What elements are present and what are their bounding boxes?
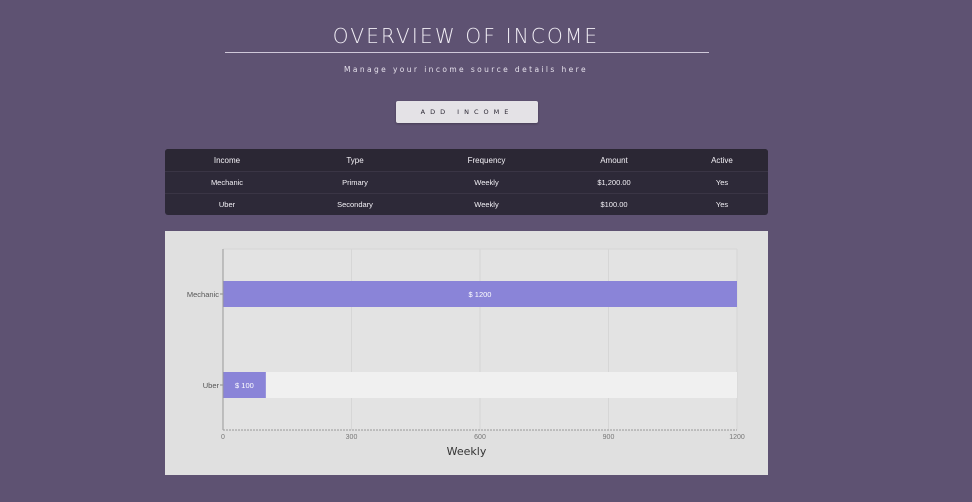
cell-frequency: Weekly xyxy=(474,178,499,187)
table-row[interactable]: Uber Secondary Weekly $100.00 Yes xyxy=(165,193,768,215)
column-header-amount[interactable]: Amount xyxy=(552,156,676,165)
page-title: OVERVIEW OF INCOME xyxy=(332,24,600,48)
cell-income: Mechanic xyxy=(210,178,244,187)
x-tick-label: 300 xyxy=(346,434,358,441)
chart-canvas: $ 1200 Mechanic $ 100 Uber 0 300 600 900 1200 xyxy=(187,248,745,441)
cell-active: Yes xyxy=(715,178,729,187)
cell-type: Secondary xyxy=(337,200,373,209)
page-subtitle: Manage your income source details here xyxy=(343,65,589,74)
cell-amount: $1,200.00 xyxy=(597,178,631,187)
x-tick-label: 600 xyxy=(474,434,486,441)
column-header-frequency[interactable]: Frequency xyxy=(421,156,552,165)
cell-active: Yes xyxy=(715,200,729,209)
bar-data-label: $ 1200 xyxy=(469,290,492,299)
x-tick-label: 900 xyxy=(603,434,615,441)
y-tick-label: Uber xyxy=(203,381,220,390)
y-tick-label: Mechanic xyxy=(187,290,219,299)
table-row[interactable]: Mechanic Primary Weekly $1,200.00 Yes xyxy=(165,171,768,193)
add-income-button[interactable]: ADD INCOME xyxy=(396,101,538,123)
x-tick-label: 1200 xyxy=(729,434,745,441)
bar-track xyxy=(223,372,737,398)
column-header-active[interactable]: Active xyxy=(676,156,768,165)
cell-frequency: Weekly xyxy=(474,200,499,209)
income-table: Income Type Frequency Amount Active Mech… xyxy=(165,149,768,215)
column-header-type[interactable]: Type xyxy=(289,156,421,165)
bar-data-label: $ 100 xyxy=(235,381,254,390)
chart-x-axis-label: Weekly xyxy=(446,445,487,458)
cell-amount: $100.00 xyxy=(600,200,628,209)
cell-type: Primary xyxy=(342,178,368,187)
cell-income: Uber xyxy=(218,200,236,209)
column-header-income[interactable]: Income xyxy=(165,156,289,165)
table-header-row: Income Type Frequency Amount Active xyxy=(165,149,768,171)
title-divider xyxy=(225,52,709,53)
x-tick-label: 0 xyxy=(221,434,225,441)
income-chart: $ 1200 Mechanic $ 100 Uber 0 300 600 900 1200 We… xyxy=(165,231,768,475)
